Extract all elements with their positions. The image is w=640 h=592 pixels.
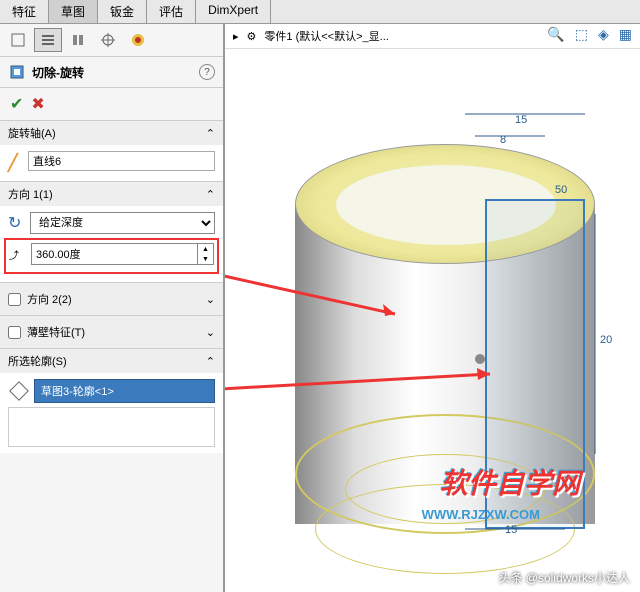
expand-icon: ⌄ bbox=[206, 293, 215, 306]
dir2-checkbox[interactable] bbox=[8, 293, 21, 306]
panel-icon-2[interactable] bbox=[34, 28, 62, 52]
reverse-icon[interactable]: ↻ bbox=[8, 213, 26, 233]
axis-icon: ╱ bbox=[8, 153, 24, 169]
zoom-area-icon[interactable]: ⬚ bbox=[575, 26, 588, 43]
angle-highlight: ⤴ ▲ ▼ bbox=[4, 238, 219, 274]
tab-dimxpert[interactable]: DimXpert bbox=[196, 0, 271, 23]
feature-title: 切除-旋转 bbox=[32, 64, 199, 81]
panel-tab-icons bbox=[0, 24, 223, 57]
property-panel: 切除-旋转 ? ✔ ✖ 旋转轴(A) ⌃ ╱ 方向 1(1) ⌃ bbox=[0, 24, 225, 592]
axis-input[interactable] bbox=[28, 151, 215, 171]
zoom-fit-icon[interactable]: 🔍 bbox=[547, 26, 564, 43]
ok-button[interactable]: ✔ bbox=[10, 94, 23, 114]
tab-sketch[interactable]: 草图 bbox=[49, 0, 98, 23]
expand-tree-icon[interactable]: ▸ bbox=[233, 30, 239, 43]
panel-icon-5[interactable] bbox=[124, 28, 152, 52]
collapse-icon: ⌃ bbox=[206, 127, 215, 140]
section-profile: 所选轮廓(S) ⌃ 草图3-轮廓<1> bbox=[0, 348, 223, 453]
thin-checkbox[interactable] bbox=[8, 326, 21, 339]
help-icon[interactable]: ? bbox=[199, 64, 215, 80]
credit-text: 头条 @solidworks小达人 bbox=[498, 569, 630, 586]
panel-icon-3[interactable] bbox=[64, 28, 92, 52]
view-orient-icon[interactable]: ◈ bbox=[598, 26, 609, 43]
section-profile-header[interactable]: 所选轮廓(S) ⌃ bbox=[0, 349, 223, 373]
panel-icon-1[interactable] bbox=[4, 28, 32, 52]
feature-header: 切除-旋转 ? bbox=[0, 57, 223, 88]
profile-list[interactable] bbox=[8, 407, 215, 447]
display-style-icon[interactable]: ▦ bbox=[619, 26, 632, 43]
part-name[interactable]: 零件1 (默认<<默认>_显... bbox=[264, 28, 388, 44]
viewport: 🔍 ⬚ ◈ ▦ ▸ ⚙ 零件1 (默认<<默认>_显... 15 8 50 20… bbox=[225, 24, 640, 592]
confirm-bar: ✔ ✖ bbox=[0, 88, 223, 120]
section-dir2-header[interactable]: 方向 2(2) ⌄ bbox=[0, 283, 223, 315]
cut-revolve-icon bbox=[8, 63, 26, 81]
section-axis: 旋转轴(A) ⌃ ╱ bbox=[0, 120, 223, 181]
collapse-icon: ⌃ bbox=[206, 188, 215, 201]
dim-8[interactable]: 8 bbox=[500, 134, 506, 146]
expand-icon: ⌄ bbox=[206, 326, 215, 339]
collapse-icon: ⌃ bbox=[206, 355, 215, 368]
section-axis-header[interactable]: 旋转轴(A) ⌃ bbox=[0, 121, 223, 145]
section-thin: 薄壁特征(T) ⌄ bbox=[0, 315, 223, 348]
section-dir2: 方向 2(2) ⌄ bbox=[0, 282, 223, 315]
dim-15-bot[interactable]: 15 bbox=[505, 524, 517, 536]
origin-marker bbox=[475, 354, 485, 364]
angle-icon: ⤴ bbox=[9, 247, 27, 262]
tab-evaluate[interactable]: 评估 bbox=[147, 0, 196, 23]
dim-15-top[interactable]: 15 bbox=[515, 114, 527, 126]
dim-50[interactable]: 50 bbox=[555, 184, 567, 196]
panel-icon-4[interactable] bbox=[94, 28, 122, 52]
angle-input[interactable] bbox=[32, 244, 197, 264]
section-dir1: 方向 1(1) ⌃ ↻ 给定深度 ⤴ ▲ bbox=[0, 181, 223, 282]
depth-type-select[interactable]: 给定深度 bbox=[30, 212, 215, 234]
dim-20[interactable]: 20 bbox=[600, 334, 612, 346]
tab-feature[interactable]: 特征 bbox=[0, 0, 49, 23]
view-toolbar: 🔍 ⬚ ◈ ▦ bbox=[547, 26, 632, 43]
section-thin-header[interactable]: 薄壁特征(T) ⌄ bbox=[0, 316, 223, 348]
spin-up[interactable]: ▲ bbox=[197, 244, 213, 254]
tab-bar: 特征 草图 钣金 评估 DimXpert bbox=[0, 0, 640, 24]
spin-down[interactable]: ▼ bbox=[197, 254, 213, 264]
watermark-url: WWW.RJZXW.COM bbox=[422, 507, 540, 522]
section-dir1-header[interactable]: 方向 1(1) ⌃ bbox=[0, 182, 223, 206]
selected-profile[interactable]: 草图3-轮廓<1> bbox=[34, 379, 215, 403]
profile-icon bbox=[9, 381, 29, 401]
cancel-button[interactable]: ✖ bbox=[31, 94, 44, 114]
tab-sheetmetal[interactable]: 钣金 bbox=[98, 0, 147, 23]
part-icon: ⚙ bbox=[247, 30, 257, 43]
watermark-text: 软件自学网 bbox=[440, 462, 580, 502]
